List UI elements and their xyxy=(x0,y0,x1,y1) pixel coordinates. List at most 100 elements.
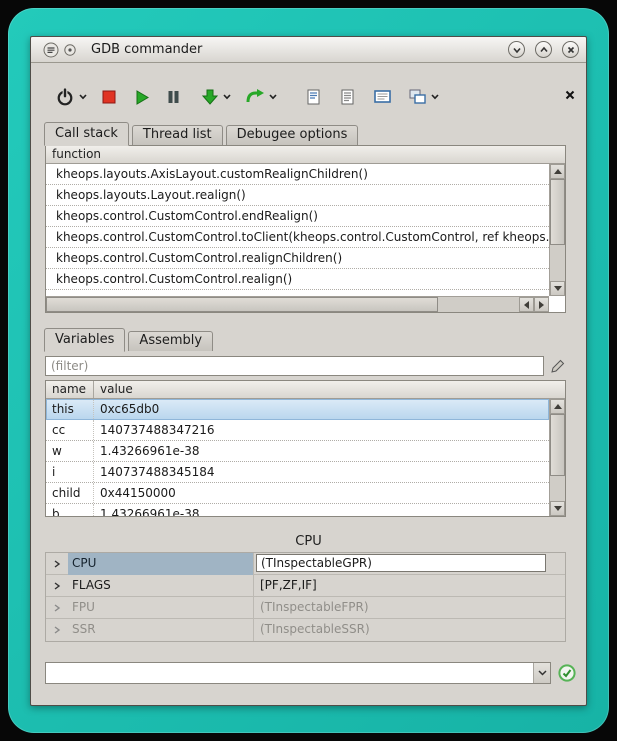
power-button[interactable] xyxy=(53,84,77,110)
scroll-right-button[interactable] xyxy=(534,297,549,312)
scrollbar-thumb[interactable] xyxy=(550,179,565,245)
scroll-left-button[interactable] xyxy=(519,297,534,312)
cpu-row[interactable]: CPU (TInspectableGPR) xyxy=(46,553,565,575)
memory-view-icon[interactable] xyxy=(371,84,394,110)
variable-row[interactable]: this 0xc65db0 xyxy=(46,399,549,420)
variable-row[interactable]: b 1.43266961e-38 xyxy=(46,504,549,516)
callstack-row[interactable]: kheops.layouts.AxisLayout.customRealignC… xyxy=(46,164,549,185)
tab-debugee-options[interactable]: Debugee options xyxy=(226,125,359,145)
callstack-row[interactable]: kheops.control.CustomControl.realign() xyxy=(46,269,549,290)
client-area: Call stack Thread list Debugee options f… xyxy=(31,83,586,726)
expand-chevron-icon[interactable] xyxy=(46,604,68,612)
variable-row[interactable]: w 1.43266961e-38 xyxy=(46,441,549,462)
window-menu-icon[interactable] xyxy=(64,44,76,56)
step-over-dropdown-icon[interactable] xyxy=(269,94,277,100)
titlebar[interactable]: GDB commander xyxy=(31,37,586,63)
maximize-button[interactable] xyxy=(535,41,552,58)
arrow-right-icon xyxy=(539,301,544,309)
expand-chevron-icon[interactable] xyxy=(46,582,68,590)
scroll-up-button[interactable] xyxy=(550,399,565,414)
cpu-row-value: [PF,ZF,IF] xyxy=(253,575,565,597)
cpu-row-value: (TInspectableSSR) xyxy=(253,619,565,641)
variable-row[interactable]: i 140737488345184 xyxy=(46,462,549,483)
step-over-button[interactable] xyxy=(243,84,267,110)
cpu-value-editor[interactable]: (TInspectableGPR) xyxy=(256,554,546,572)
pause-button[interactable] xyxy=(164,84,183,110)
step-into-dropdown-icon[interactable] xyxy=(223,94,231,100)
cpu-row-name: FLAGS xyxy=(68,575,253,597)
combo-dropdown-button[interactable] xyxy=(533,663,550,683)
inspector-tabbar: Variables Assembly xyxy=(31,327,586,351)
cpu-row[interactable]: SSR (TInspectableSSR) xyxy=(46,619,565,641)
window-frame: GDB commander xyxy=(8,8,609,733)
variable-name: w xyxy=(46,441,94,461)
variable-name: b xyxy=(46,504,94,516)
window-title: GDB commander xyxy=(91,42,202,57)
watch-windows-dropdown-icon[interactable] xyxy=(431,94,439,100)
arrow-up-icon xyxy=(554,169,562,174)
callstack-panel: function kheops.layouts.AxisLayout.custo… xyxy=(45,145,566,313)
cpu-row-name: CPU xyxy=(68,553,253,575)
cpu-row-name: SSR xyxy=(68,619,253,641)
callstack-header-function[interactable]: function xyxy=(46,146,101,163)
command-combobox[interactable] xyxy=(45,662,551,684)
cpu-row[interactable]: FPU (TInspectableFPR) xyxy=(46,597,565,619)
filter-input[interactable] xyxy=(45,356,544,376)
variables-vertical-scrollbar[interactable] xyxy=(549,399,565,516)
scroll-down-button[interactable] xyxy=(550,501,565,516)
dock-close-icon[interactable] xyxy=(563,88,577,102)
arrow-up-icon xyxy=(554,404,562,409)
gdb-commander-window: GDB commander xyxy=(30,36,587,706)
watch-windows-icon[interactable] xyxy=(406,84,429,110)
app-icon[interactable] xyxy=(43,42,59,58)
tab-assembly[interactable]: Assembly xyxy=(128,331,213,351)
scroll-up-button[interactable] xyxy=(550,164,565,179)
disassembly-icon[interactable] xyxy=(337,84,359,110)
callstack-vertical-scrollbar[interactable] xyxy=(549,164,565,296)
scroll-down-button[interactable] xyxy=(550,281,565,296)
minimize-button[interactable] xyxy=(508,41,525,58)
variables-header-name[interactable]: name xyxy=(46,381,94,398)
variable-name: this xyxy=(46,399,94,419)
arrow-down-icon xyxy=(554,506,562,511)
variables-rows: this 0xc65db0 cc 140737488347216 w 1.432… xyxy=(46,399,549,516)
tab-call-stack[interactable]: Call stack xyxy=(44,122,129,146)
stop-button[interactable] xyxy=(99,84,119,110)
filter-icon[interactable] xyxy=(550,358,566,374)
expand-chevron-icon[interactable] xyxy=(46,626,68,634)
close-button[interactable] xyxy=(562,41,579,58)
cpu-row[interactable]: FLAGS [PF,ZF,IF] xyxy=(46,575,565,597)
command-row xyxy=(45,662,576,684)
callstack-tabbar: Call stack Thread list Debugee options xyxy=(31,121,586,145)
callstack-rows: kheops.layouts.AxisLayout.customRealignC… xyxy=(46,164,549,296)
source-file-icon[interactable] xyxy=(303,84,325,110)
cpu-register-tree: CPU (TInspectableGPR) FLAGS [PF,ZF,IF] xyxy=(45,552,566,642)
cpu-section-title: CPU xyxy=(31,532,586,552)
scrollbar-thumb[interactable] xyxy=(550,414,565,476)
callstack-horizontal-scrollbar[interactable] xyxy=(46,296,549,312)
run-button[interactable] xyxy=(131,84,152,110)
callstack-row[interactable]: kheops.control.CustomControl.endRealign(… xyxy=(46,206,549,227)
cpu-row-name: FPU xyxy=(68,597,253,619)
power-dropdown-icon[interactable] xyxy=(79,94,87,100)
command-input[interactable] xyxy=(46,663,532,683)
scrollbar-buttons xyxy=(519,297,549,312)
callstack-row[interactable]: kheops.control.CustomControl.realignChil… xyxy=(46,248,549,269)
variables-header[interactable]: name value xyxy=(46,381,565,399)
variables-header-value[interactable]: value xyxy=(94,381,565,398)
filter-row xyxy=(45,356,566,376)
tab-thread-list[interactable]: Thread list xyxy=(132,125,223,145)
arrow-left-icon xyxy=(524,301,529,309)
callstack-row[interactable]: kheops.layouts.Layout.realign() xyxy=(46,185,549,206)
ok-check-button[interactable] xyxy=(558,664,576,682)
callstack-header[interactable]: function xyxy=(46,146,565,164)
expand-chevron-icon[interactable] xyxy=(46,560,68,568)
tab-variables[interactable]: Variables xyxy=(44,328,125,352)
callstack-row[interactable]: kheops.control.CustomControl.toClient(kh… xyxy=(46,227,549,248)
cpu-row-value: (TInspectableFPR) xyxy=(253,597,565,619)
variable-row[interactable]: cc 140737488347216 xyxy=(46,420,549,441)
variable-row[interactable]: child 0x44150000 xyxy=(46,483,549,504)
scrollbar-thumb[interactable] xyxy=(46,297,438,312)
cpu-row-value[interactable]: (TInspectableGPR) xyxy=(253,553,565,575)
step-into-button[interactable] xyxy=(199,84,221,110)
